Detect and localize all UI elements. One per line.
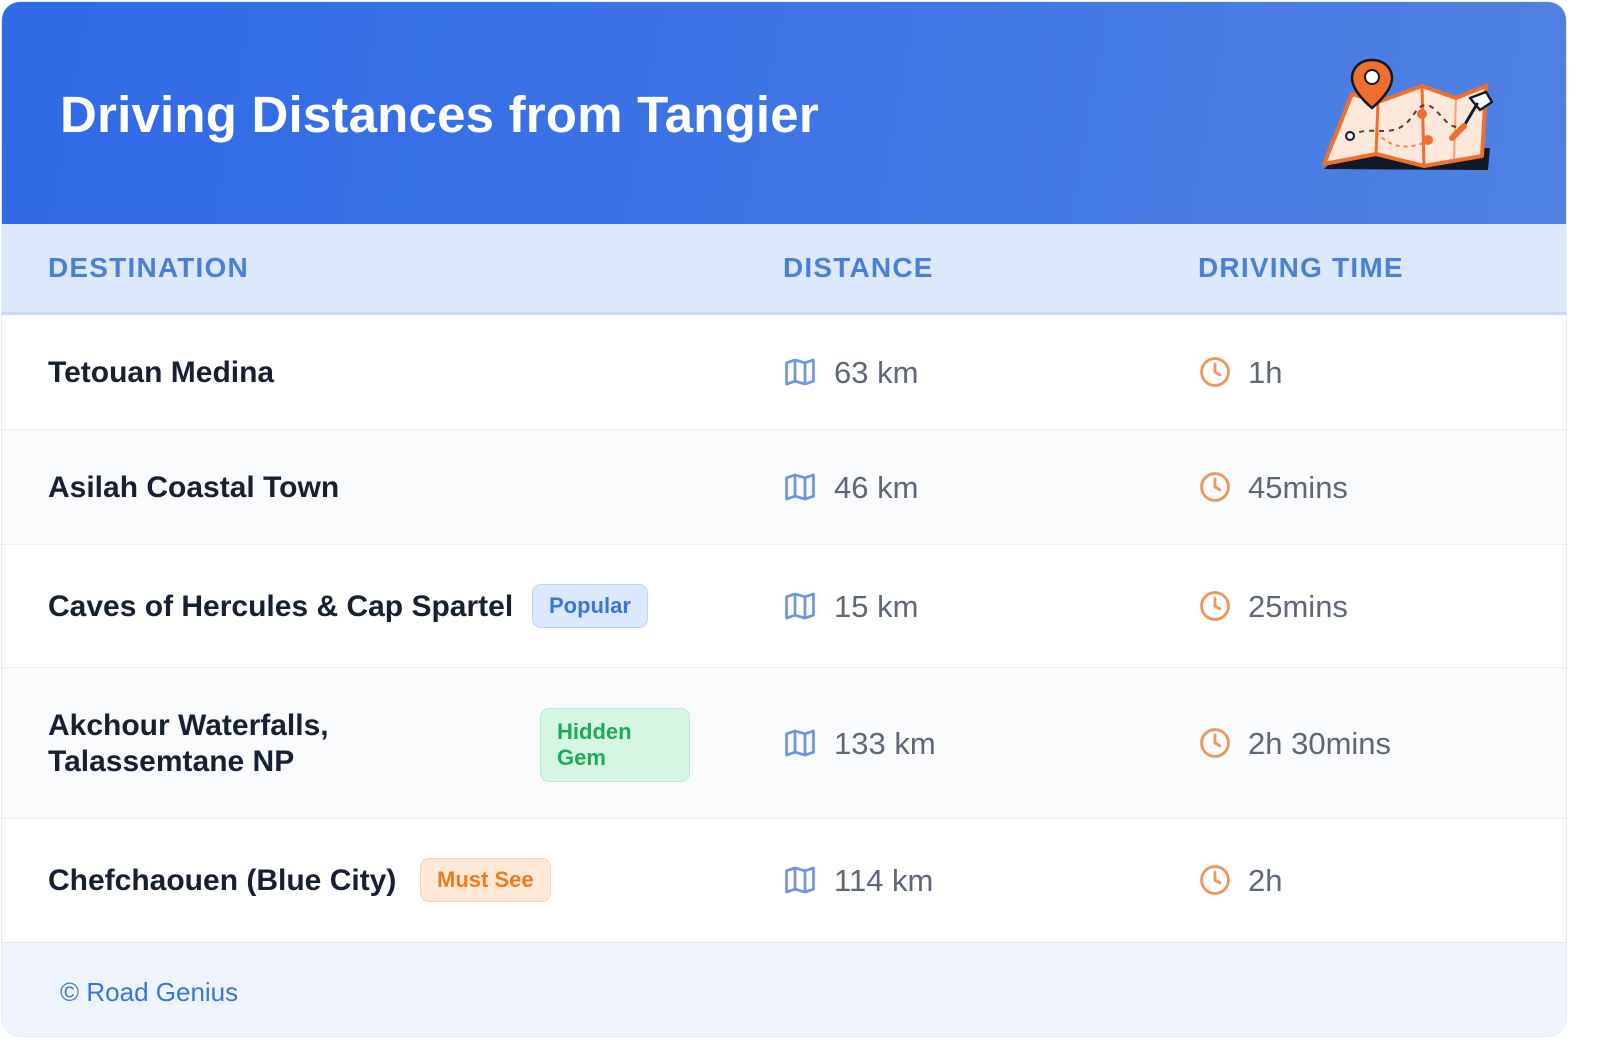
destination-name: Chefchaouen (Blue City) [48, 864, 397, 897]
driving-time-value: 45mins [1248, 470, 1348, 505]
driving-time-value: 2h [1248, 863, 1283, 898]
destination-name: Caves of Hercules & Cap Spartel [48, 590, 514, 623]
distance-card: Driving Distances from Tangier DESTINATI… [2, 2, 1566, 1036]
table-row: Caves of Hercules & Cap Spartel Popular … [2, 545, 1566, 668]
badge-must-see: Must See [420, 858, 551, 902]
badge-popular: Popular [532, 584, 648, 628]
driving-time-value: 1h [1248, 355, 1283, 390]
table-row: Akchour Waterfalls, Talassemtane NP Hidd… [2, 668, 1566, 819]
clock-icon [1200, 472, 1230, 502]
map-icon [785, 592, 815, 620]
map-icon [785, 866, 815, 894]
destination-name: Tetouan Medina [48, 356, 275, 389]
distance-value: 133 km [834, 726, 936, 761]
table-row: Tetouan Medina 63 km 1h [2, 315, 1566, 430]
badge-hidden-gem: Hidden Gem [540, 708, 690, 782]
clock-icon [1200, 357, 1230, 387]
driving-time-value: 25mins [1248, 589, 1348, 624]
destination-name: Asilah Coastal Town [48, 471, 340, 504]
footer-credit[interactable]: © Road Genius [60, 977, 238, 1007]
table-row: Chefchaouen (Blue City) Must See 114 km … [2, 819, 1566, 942]
badge-line: Gem [557, 745, 606, 770]
table-header: DESTINATION DISTANCE DRIVING TIME [2, 224, 1566, 315]
column-header-distance: DISTANCE [783, 252, 934, 283]
column-header-destination: DESTINATION [48, 252, 249, 283]
distance-value: 63 km [834, 355, 919, 390]
map-icon [785, 473, 815, 501]
card-footer: © Road Genius [2, 942, 1566, 1036]
map-icon [785, 358, 815, 386]
page-title: Driving Distances from Tangier [60, 86, 819, 143]
destination-name-line: Talassemtane NP [48, 745, 295, 778]
destination-name-line: Akchour Waterfalls, [48, 709, 329, 742]
table-row: Asilah Coastal Town 46 km 45mins [2, 430, 1566, 545]
badge-line: Hidden [557, 719, 632, 744]
map-with-pins-icon [1322, 58, 1494, 170]
driving-time-value: 2h 30mins [1248, 726, 1392, 761]
distance-value: 15 km [834, 589, 919, 624]
map-icon [785, 729, 815, 757]
destination-name: Akchour Waterfalls, Talassemtane NP [48, 708, 329, 780]
distance-value: 46 km [834, 470, 919, 505]
distance-value: 114 km [834, 863, 934, 898]
column-header-driving-time: DRIVING TIME [1198, 252, 1404, 283]
clock-icon [1200, 865, 1230, 895]
clock-icon [1200, 728, 1230, 758]
card-header: Driving Distances from Tangier [2, 2, 1566, 224]
clock-icon [1200, 591, 1230, 621]
